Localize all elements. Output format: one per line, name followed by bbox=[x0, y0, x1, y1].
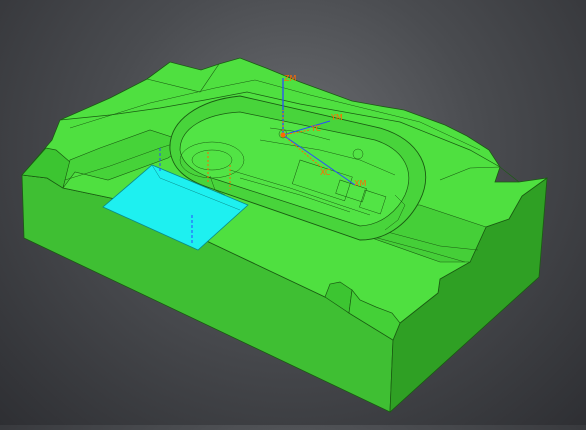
yc-label: YC bbox=[310, 124, 321, 133]
xc-label: XC bbox=[320, 168, 331, 177]
ym-label: YM bbox=[330, 113, 343, 122]
xm-label: XM bbox=[354, 179, 366, 188]
mold-core-part[interactable] bbox=[21, 57, 548, 413]
graphics-viewport[interactable]: ZM YM YC XC XM bbox=[0, 0, 586, 425]
csys-origin[interactable] bbox=[280, 132, 286, 138]
zm-label: ZM bbox=[284, 74, 296, 83]
